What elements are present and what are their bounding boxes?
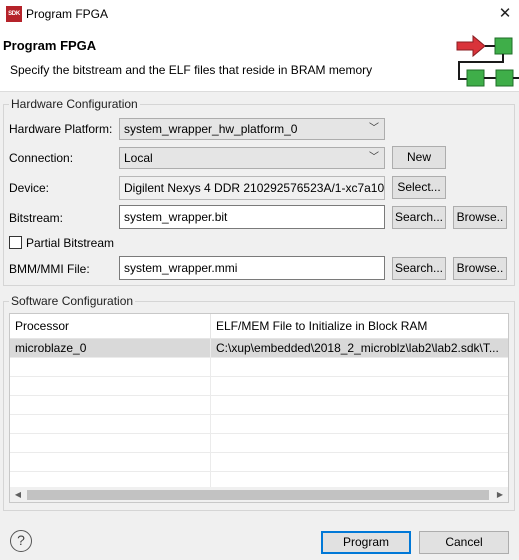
bmm-search-button[interactable]: Search... (392, 257, 446, 280)
partial-bitstream-checkbox[interactable] (9, 236, 22, 249)
bmm-mmi-file-label: BMM/MMI File: (9, 262, 90, 276)
empty-cell (210, 434, 508, 453)
table-row (10, 415, 508, 434)
hardware-configuration-label: Hardware Configuration (9, 97, 140, 111)
empty-cell (210, 396, 508, 415)
empty-cell (210, 358, 508, 377)
help-icon[interactable]: ? (10, 530, 32, 552)
bitstream-browse-button[interactable]: Browse.. (453, 206, 507, 229)
table-row (10, 434, 508, 453)
bitstream-field[interactable]: system_wrapper.bit (119, 205, 385, 229)
empty-cell (210, 415, 508, 434)
title-bar: SDK Program FPGA ✕ (0, 0, 519, 28)
scrollbar-thumb[interactable] (27, 490, 489, 500)
bmm-browse-button[interactable]: Browse.. (453, 257, 507, 280)
column-header-processor[interactable]: Processor (10, 314, 210, 339)
new-connection-button[interactable]: New (392, 146, 446, 169)
device-label: Device: (9, 181, 50, 195)
cancel-button[interactable]: Cancel (419, 531, 509, 554)
dialog-header: Program FPGA Specify the bitstream and t… (0, 28, 519, 92)
chevron-down-icon: ﹀ (369, 123, 379, 134)
dialog-title: Program FPGA (3, 38, 97, 53)
horizontal-scrollbar[interactable]: ◀ ▶ (10, 487, 508, 502)
hardware-platform-label: Hardware Platform: (9, 122, 113, 136)
window-title: Program FPGA (26, 7, 109, 21)
dialog-description: Specify the bitstream and the ELF files … (10, 63, 373, 77)
connection-label: Connection: (9, 151, 74, 165)
bitstream-search-button[interactable]: Search... (392, 206, 446, 229)
table-row (10, 453, 508, 472)
bmm-mmi-file-field[interactable]: system_wrapper.mmi (119, 256, 385, 280)
elf-file-cell[interactable]: C:\xup\embedded\2018_2_microblz\lab2\lab… (210, 339, 508, 358)
processor-cell: microblaze_0 (15, 341, 87, 355)
connection-value: Local (124, 151, 153, 165)
table-row[interactable]: microblaze_0 C:\xup\embedded\2018_2_micr… (10, 339, 508, 358)
scroll-right-icon[interactable]: ▶ (492, 487, 508, 502)
table-row (10, 396, 508, 415)
bitstream-label: Bitstream: (9, 211, 64, 225)
sdk-app-icon: SDK (6, 6, 22, 22)
empty-cell (210, 453, 508, 472)
scroll-left-icon[interactable]: ◀ (10, 487, 26, 502)
device-select-button[interactable]: Select... (392, 176, 446, 199)
program-button[interactable]: Program (321, 531, 411, 554)
table-row (10, 377, 508, 396)
software-configuration-label: Software Configuration (9, 294, 136, 308)
processor-elf-table: Processor ELF/MEM File to Initialize in … (9, 313, 509, 503)
table-row (10, 358, 508, 377)
device-field[interactable]: Digilent Nexys 4 DDR 210292576523A/1-xc7… (119, 176, 385, 200)
close-icon[interactable]: ✕ (496, 5, 514, 23)
hardware-platform-select[interactable]: system_wrapper_hw_platform_0 ﹀ (119, 118, 385, 140)
fpga-program-graphic-icon (456, 34, 519, 87)
column-header-elf-mem-file[interactable]: ELF/MEM File to Initialize in Block RAM (210, 314, 508, 339)
connection-select[interactable]: Local ﹀ (119, 147, 385, 169)
partial-bitstream-label[interactable]: Partial Bitstream (26, 236, 114, 250)
table-header: Processor ELF/MEM File to Initialize in … (10, 314, 508, 339)
chevron-down-icon: ﹀ (369, 152, 379, 163)
empty-cell (210, 377, 508, 396)
hardware-platform-value: system_wrapper_hw_platform_0 (124, 122, 298, 136)
